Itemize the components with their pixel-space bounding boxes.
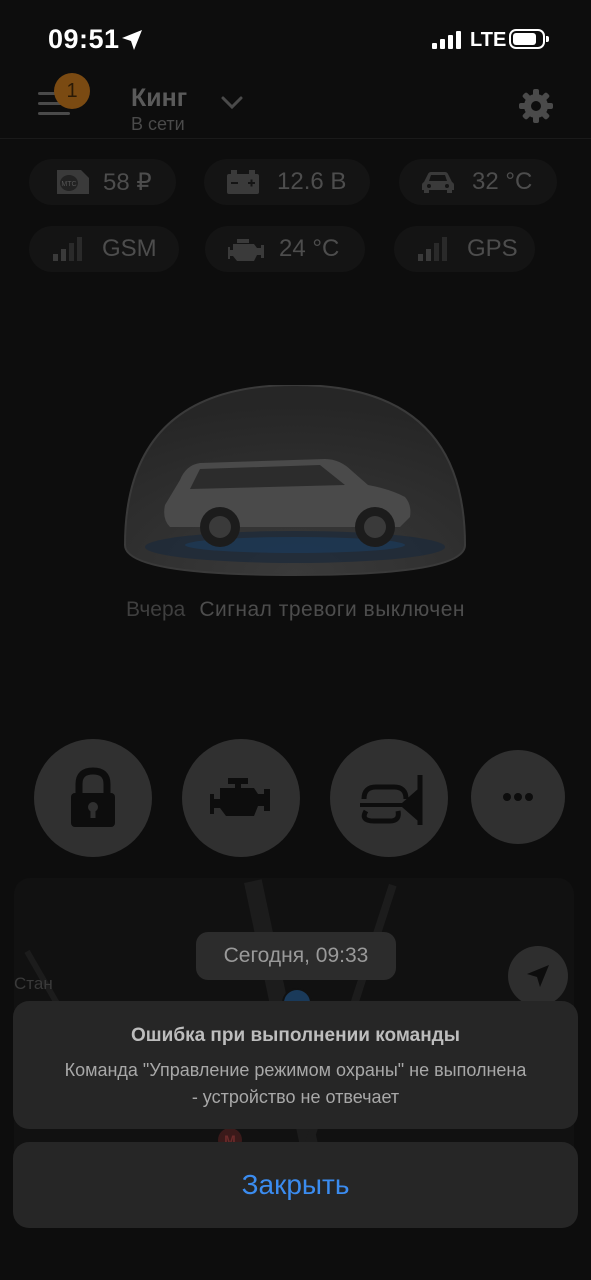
gsm-chip[interactable]: GSM — [29, 226, 179, 272]
event-message: Сигнал тревоги выключен — [199, 598, 465, 621]
status-time: 09:51 — [48, 24, 120, 54]
cellular-signal-icon — [432, 31, 461, 49]
car-online-status: В сети — [131, 114, 185, 134]
alert-message: Команда "Управление режимом охраны" не в… — [64, 1060, 527, 1107]
gsm-label: GSM — [102, 235, 157, 262]
operator-logo: МТС — [61, 181, 76, 188]
close-button[interactable]: Закрыть — [13, 1142, 578, 1228]
gsm-signal-icon — [53, 237, 82, 261]
event-time: Вчера — [126, 598, 186, 621]
last-event: Вчера Сигнал тревоги выключен — [0, 598, 591, 622]
status-bar: 09:51 LTE — [0, 0, 591, 80]
navigation-arrow-icon — [527, 965, 549, 987]
engine-icon — [210, 778, 270, 816]
location-timestamp: Сегодня, 09:33 — [196, 932, 396, 980]
chevron-down-icon[interactable] — [220, 94, 244, 112]
engine-temp-icon — [228, 239, 264, 261]
cabin-temp-value: 32 °C — [472, 168, 533, 195]
voltage-value: 12.6 В — [277, 168, 347, 195]
engine-temp-chip[interactable]: 24 °C — [205, 226, 365, 272]
more-icon — [503, 793, 533, 801]
gps-signal-icon — [418, 237, 447, 261]
car-dome-image — [123, 383, 467, 577]
battery-icon — [509, 29, 549, 49]
map-street-label: Стан — [14, 974, 53, 993]
balance-value: 58 ₽ — [103, 168, 152, 196]
balance-chip[interactable]: МТС 58 ₽ — [29, 159, 176, 205]
battery-car-icon — [227, 170, 259, 194]
cabin-temp-chip[interactable]: 32 °C — [399, 159, 557, 205]
voltage-chip[interactable]: 12.6 В — [204, 159, 370, 205]
alert-title: Ошибка при выполнении команды — [131, 1025, 460, 1046]
horn-icon — [360, 775, 423, 825]
app-header: 1 Кинг В сети — [0, 70, 591, 139]
notification-badge: 1 — [54, 73, 90, 109]
sim-card-icon: МТС — [57, 170, 89, 194]
engine-temp-value: 24 °C — [279, 235, 340, 262]
location-arrow-icon — [122, 30, 142, 50]
gps-chip[interactable]: GPS — [394, 226, 535, 272]
more-actions-button[interactable] — [471, 750, 565, 844]
error-alert: Ошибка при выполнении команды Команда "У… — [13, 1001, 578, 1129]
car-security-dome — [120, 383, 470, 590]
car-name[interactable]: Кинг — [131, 84, 187, 113]
horn-button[interactable] — [330, 739, 448, 857]
car-icon — [422, 172, 454, 193]
network-type: LTE — [470, 29, 507, 51]
gps-label: GPS — [467, 235, 518, 262]
gear-icon[interactable] — [518, 88, 554, 124]
navigate-button[interactable] — [508, 946, 568, 1006]
engine-start-button[interactable] — [182, 739, 300, 857]
lock-button[interactable] — [34, 739, 152, 857]
lock-icon — [71, 767, 115, 827]
